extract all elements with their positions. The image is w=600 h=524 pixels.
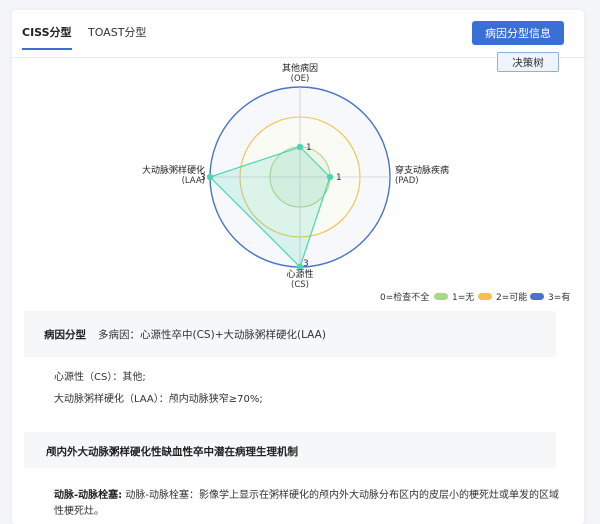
legend-label: 3=有 <box>548 293 571 303</box>
radar-axis-abbr: (PAD) <box>395 176 419 186</box>
mechanism-title: 颅内外大动脉粥样硬化性缺血性卒中潜在病理生理机制 <box>46 446 298 458</box>
radar-value-label: 1 <box>306 143 312 153</box>
radar-axis-label: 其他病因 <box>282 62 318 74</box>
legend-item-possible: 2=可能 <box>478 290 527 303</box>
legend-swatch-green <box>434 293 448 300</box>
classification-title: 病因分型 <box>44 329 86 341</box>
tab-toast[interactable]: TOAST分型 <box>88 24 146 48</box>
mechanism-item-continued: 性梗死灶。 <box>54 506 104 517</box>
legend-item-yes: 3=有 <box>530 290 570 303</box>
legend-item-incomplete: 0=检查不全 <box>380 290 429 303</box>
mechanism-item-text: 动脉-动脉栓塞：影像学上显示在粥样硬化的颅内外大动脉分布区内的皮层小的梗死灶或单… <box>125 490 559 501</box>
radar-chart: 1133其他病因(OE)穿支动脉疾病(PAD)心源性(CS)大动脉粥样硬化(LA… <box>142 62 449 290</box>
classification-value: 多病因：心源性卒中(CS)+大动脉粥样硬化(LAA) <box>98 329 326 341</box>
legend-label: 2=可能 <box>496 293 528 303</box>
legend-item-none: 1=无 <box>434 290 474 303</box>
radar-axis-label: 穿支动脉疾病 <box>395 164 449 176</box>
etiology-info-button[interactable]: 病因分型信息 <box>472 21 564 45</box>
legend-swatch-yellow <box>478 293 492 300</box>
radar-value-label: 1 <box>336 173 342 183</box>
tab-ciss[interactable]: CISS分型 <box>22 24 72 50</box>
classification-section: 病因分型 多病因：心源性卒中(CS)+大动脉粥样硬化(LAA) <box>24 311 556 357</box>
radar-axis-abbr: (LAA) <box>182 176 205 186</box>
legend-swatch-blue <box>530 293 544 300</box>
detail-laa: 大动脉粥样硬化（LAA）：颅内动脉狭窄≥70%; <box>54 394 263 405</box>
radar-point <box>296 143 304 151</box>
mechanism-item: 动脉-动脉栓塞: 动脉-动脉栓塞：影像学上显示在粥样硬化的颅内外大动脉分布区内的… <box>54 486 559 501</box>
radar-axis-abbr: (OE) <box>291 74 310 84</box>
legend-label: 1=无 <box>452 293 475 303</box>
radar-value-label: 3 <box>303 259 309 269</box>
radar-point <box>326 173 334 181</box>
radar-axis-label: 大动脉粥样硬化 <box>142 164 205 176</box>
radar-axis-label: 心源性 <box>286 268 313 280</box>
legend-label: 0=检查不全 <box>380 293 430 303</box>
detail-cs: 心源性（CS）：其他; <box>54 372 146 383</box>
radar-axis-abbr: (CS) <box>291 280 309 290</box>
mechanism-section: 颅内外大动脉粥样硬化性缺血性卒中潜在病理生理机制 <box>24 432 556 468</box>
mechanism-item-label: 动脉-动脉栓塞: <box>54 490 123 501</box>
radar-point <box>206 173 214 181</box>
